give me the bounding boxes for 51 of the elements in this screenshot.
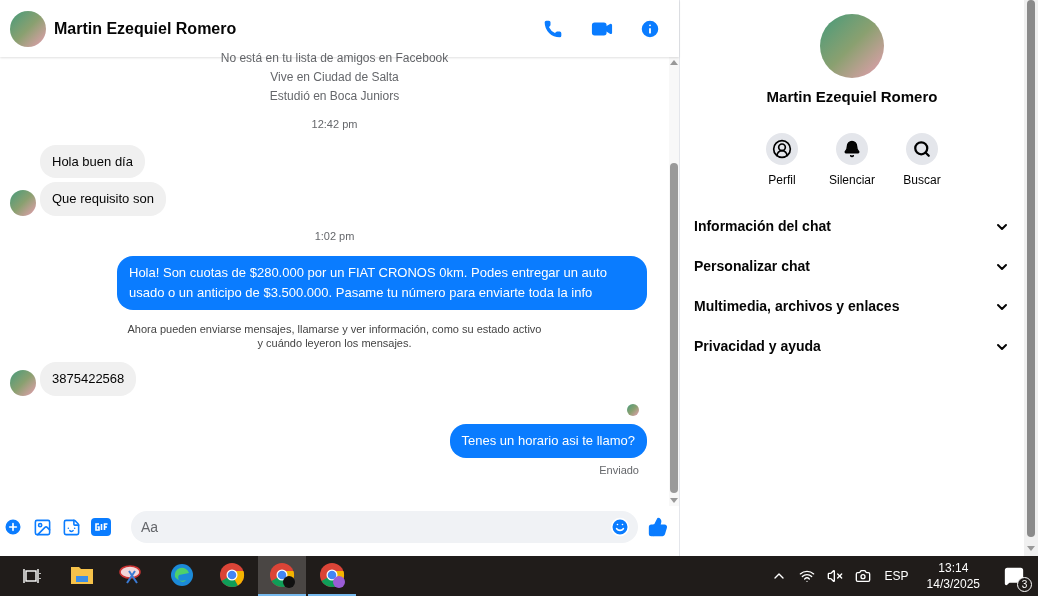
clock[interactable]: 13:14 14/3/2025	[926, 560, 980, 592]
profile-name: Martin Ezequiel Romero	[766, 87, 938, 107]
plus-icon[interactable]	[3, 517, 23, 537]
language-indicator[interactable]: ESP	[884, 567, 909, 585]
muted-speaker-icon[interactable]	[826, 568, 843, 584]
page-scrollbar[interactable]	[1024, 0, 1038, 556]
scroll-down-arrow-icon[interactable]	[670, 498, 678, 503]
profile-info-text: Vive en Ciudad de Salta	[269, 69, 400, 86]
scroll-down-arrow-icon[interactable]	[1027, 546, 1035, 551]
image-icon[interactable]	[33, 517, 52, 537]
timestamp: 1:02 pm	[313, 228, 356, 244]
profile-info-text: No está en tu lista de amigos en Facebook	[219, 50, 450, 67]
gif-icon[interactable]	[91, 518, 111, 536]
browser-icon	[219, 562, 245, 588]
scrollbar[interactable]	[669, 57, 679, 506]
taskbar-app-button[interactable]	[258, 556, 306, 596]
incoming-message: Hola buen día	[40, 144, 145, 178]
incoming-message: Que requisito son	[40, 182, 166, 216]
profile-info-text: Estudió en Boca Juniors	[268, 88, 401, 105]
notification-count: 3	[1017, 577, 1032, 592]
status-text: Enviado	[598, 462, 640, 478]
timestamp: 12:42 pm	[310, 117, 359, 132]
thumbs-up-icon[interactable]	[648, 517, 668, 537]
sticker-icon[interactable]	[62, 517, 81, 537]
seen-avatar	[627, 403, 639, 416]
network-icon[interactable]	[798, 568, 815, 584]
message-input[interactable]: Aa	[131, 511, 638, 543]
browser-icon	[319, 562, 345, 588]
outgoing-message: Tenes un horario asi te llamo?	[449, 423, 647, 458]
scroll-up-arrow-icon[interactable]	[670, 60, 678, 65]
search-icon	[913, 139, 931, 158]
section-header[interactable]: Información del chat	[694, 206, 1010, 247]
section-header[interactable]: Multimedia, archivos y enlaces	[694, 286, 1010, 327]
phone-icon[interactable]	[543, 18, 563, 39]
edge-icon	[170, 563, 194, 587]
contact-name: Martin Ezequiel Romero	[54, 18, 238, 39]
profile-action-button[interactable]: Buscar	[902, 132, 942, 189]
folder-icon	[70, 564, 94, 586]
profile-icon	[772, 138, 792, 159]
notifications-icon[interactable]	[1004, 566, 1024, 586]
section-header[interactable]: Personalizar chat	[694, 246, 1010, 287]
profile-action-button[interactable]: Perfil	[762, 132, 802, 189]
info-icon[interactable]	[639, 17, 661, 40]
section-header[interactable]: Privacidad y ayuda	[694, 326, 1010, 367]
bell-icon	[843, 139, 861, 158]
notice-text: Ahora pueden enviarse mensajes, llamarse y ver información, como su estado activo y cuándo leyeron los mensajes.	[126, 322, 543, 350]
contact-avatar	[10, 10, 46, 47]
camera-icon[interactable]	[854, 568, 871, 584]
incoming-message: 3875422568	[40, 362, 137, 396]
browser-icon	[269, 562, 295, 588]
outgoing-message: Hola! Son cuotas de $280.000 por un FIAT CRONOS 0km. Podes entregar un auto usado o un anticipo de $3.500.000. Pasame tu número para enviarte toda la info	[117, 256, 647, 310]
